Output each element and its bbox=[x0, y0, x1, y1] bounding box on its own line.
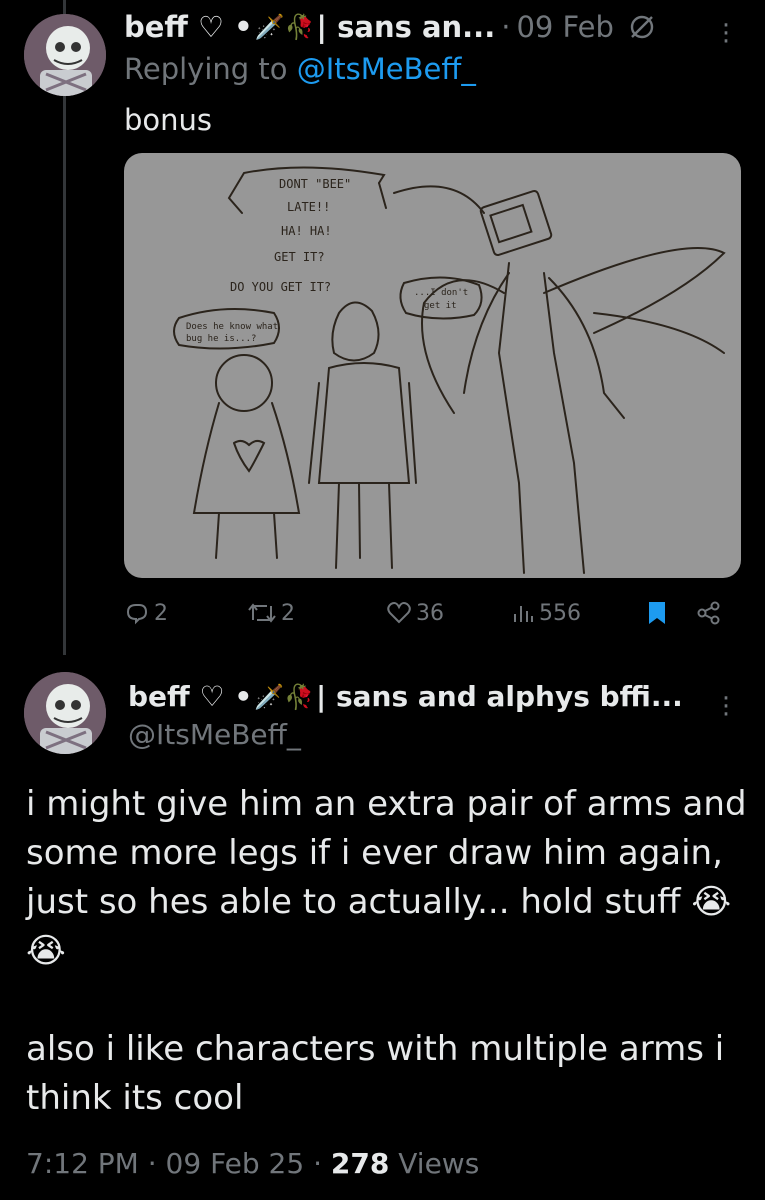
drawing-text: get it bbox=[424, 301, 457, 311]
drawing-text: DONT "BEE" bbox=[279, 177, 351, 191]
view-count: 278 bbox=[330, 1147, 390, 1180]
repost-button[interactable]: 2 bbox=[247, 600, 295, 626]
separator-dot: · bbox=[501, 10, 511, 44]
views-count: 556 bbox=[539, 600, 581, 626]
avatar[interactable] bbox=[24, 14, 106, 96]
sketch-drawing: DONT "BEE" LATE!! HA! HA! GET IT? DO YOU… bbox=[173, 166, 726, 574]
display-name[interactable]: beff ♡ • bbox=[128, 680, 252, 713]
drawing-text: bug he is...? bbox=[186, 334, 256, 344]
share-button[interactable] bbox=[696, 600, 722, 626]
like-button[interactable]: 36 bbox=[386, 600, 444, 626]
edited-icon bbox=[628, 13, 656, 41]
reply-tweet-text: bonus bbox=[124, 103, 213, 137]
display-name-suffix[interactable]: | sans an... bbox=[316, 10, 495, 44]
replying-to: Replying to @ItsMeBeff_ bbox=[124, 52, 476, 86]
drawing-text: LATE!! bbox=[287, 200, 330, 214]
like-count: 36 bbox=[416, 600, 444, 626]
drawing-text: ...I don't bbox=[414, 288, 468, 298]
drawing-text: HA! HA! bbox=[281, 224, 332, 238]
bookmark-icon bbox=[649, 602, 665, 624]
separator-dot: · bbox=[147, 1147, 166, 1180]
separator-dot: · bbox=[313, 1147, 331, 1180]
drawing-text: DO YOU GET IT? bbox=[230, 280, 331, 294]
user-handle[interactable]: @ItsMeBeff_ bbox=[128, 718, 301, 751]
tweet-time[interactable]: 7:12 PM bbox=[26, 1147, 139, 1180]
drawing-text: Does he know what bbox=[186, 322, 278, 332]
thread-connector-line bbox=[63, 0, 66, 655]
bookmark-button[interactable] bbox=[646, 600, 668, 626]
reply-count: 2 bbox=[154, 600, 168, 626]
repost-count: 2 bbox=[281, 600, 295, 626]
display-name-suffix[interactable]: | sans and alphys bffi... bbox=[316, 680, 683, 713]
display-name[interactable]: beff ♡ • bbox=[124, 10, 253, 44]
heart-icon bbox=[387, 602, 411, 624]
reply-icon bbox=[126, 604, 148, 625]
main-tweet-text: i might give him an extra pair of arms a… bbox=[26, 784, 747, 1118]
replying-to-label: Replying to bbox=[124, 52, 288, 86]
avatar[interactable] bbox=[24, 672, 106, 754]
tweet-meta: 7:12 PM · 09 Feb 25 · 278 Views bbox=[26, 1147, 479, 1180]
more-options-icon[interactable]: · · · bbox=[719, 13, 733, 55]
name-emojis: 🗡️🥀 bbox=[254, 682, 314, 711]
repost-icon bbox=[248, 603, 276, 623]
tweet-date[interactable]: 09 Feb 25 bbox=[166, 1147, 305, 1180]
tweet-image[interactable]: DONT "BEE" LATE!! HA! HA! GET IT? DO YOU… bbox=[124, 153, 741, 578]
more-options-icon[interactable]: · · · bbox=[719, 686, 733, 728]
reply-tweet-header: beff ♡ • 🗡️🥀 | sans an... · 09 Feb bbox=[124, 10, 656, 44]
drawing-text: GET IT? bbox=[274, 250, 325, 264]
tweet-date[interactable]: 09 Feb bbox=[516, 10, 613, 44]
tweet-actions: 2 2 36 556 bbox=[124, 600, 741, 634]
views-button[interactable]: 556 bbox=[511, 600, 581, 626]
main-tweet-header: beff ♡ • 🗡️🥀 | sans and alphys bffi... bbox=[128, 680, 683, 713]
views-icon bbox=[514, 606, 533, 622]
reply-button[interactable]: 2 bbox=[124, 600, 168, 626]
avatar-image bbox=[24, 672, 106, 754]
replying-to-handle[interactable]: @ItsMeBeff_ bbox=[297, 52, 476, 86]
share-icon bbox=[697, 601, 720, 625]
views-label: Views bbox=[398, 1147, 480, 1180]
avatar-image bbox=[24, 14, 106, 96]
name-emojis: 🗡️🥀 bbox=[254, 13, 315, 41]
